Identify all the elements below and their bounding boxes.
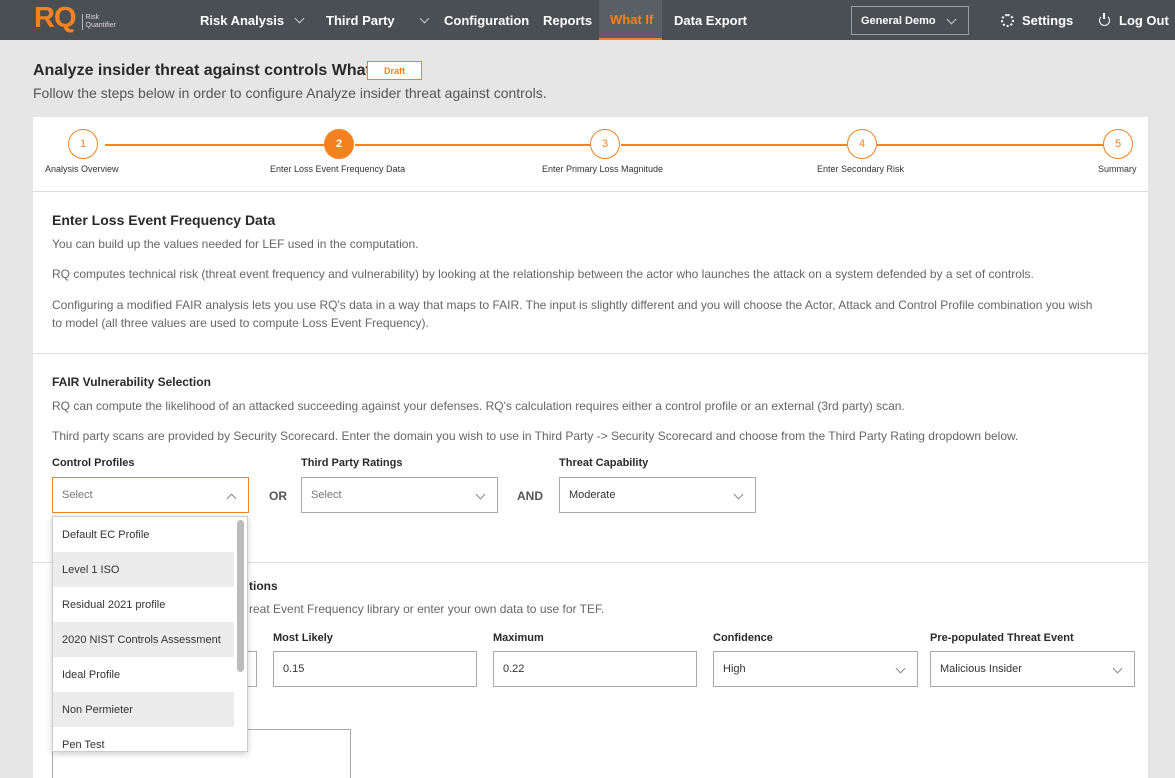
step-label: Analysis Overview [45,164,119,174]
dropdown-scrollbar[interactable] [237,520,244,672]
threat-event-select[interactable]: Malicious Insider [930,651,1135,687]
power-icon [1099,12,1110,26]
chevron-down-icon [895,663,906,674]
lef-description: RQ computes technical risk (threat event… [52,267,1034,281]
third-party-ratings-select[interactable]: Select [301,477,498,513]
step-connector [877,144,1104,146]
section-heading: Enter Loss Event Frequency Data [52,212,276,228]
step-label: Summary [1098,164,1137,174]
step-connector [621,144,847,146]
step-3[interactable]: 3 [590,129,620,159]
threat-event-label: Pre-populated Threat Event [930,632,1074,644]
dropdown-option[interactable]: Level 1 ISO [53,552,234,587]
chevron-up-icon [226,493,237,504]
nav-reports[interactable]: Reports [533,0,599,40]
control-profiles-label: Control Profiles [52,457,135,469]
settings-link[interactable]: Settings [1001,0,1073,40]
lef-fair-note: Configuring a modified FAIR analysis let… [52,298,1093,330]
logout-link[interactable]: Log Out [1099,0,1169,40]
third-party-ratings-label: Third Party Ratings [301,457,403,469]
and-label: AND [517,489,543,503]
step-label: Enter Secondary Risk [817,164,905,174]
dropdown-option[interactable]: Pen Test [53,727,234,751]
maximum-label: Maximum [493,632,544,644]
chevron-down-icon [294,13,305,23]
control-profiles-dropdown: Default EC Profile Level 1 ISO Residual … [52,516,248,752]
step-5[interactable]: 5 [1103,129,1133,159]
or-label: OR [269,489,287,503]
tef-description: reat Event Frequency library or enter yo… [249,602,605,616]
workspace-select[interactable]: General Demo [851,6,969,35]
page-title: Analyze insider threat against controls … [33,62,386,79]
threat-capability-select[interactable]: Moderate [559,477,756,513]
dropdown-option[interactable]: Ideal Profile [53,657,234,692]
step-connector [355,144,591,146]
gear-icon [1001,13,1014,27]
nav-third-party[interactable]: Third Party [314,0,430,40]
lef-intro: You can build up the values needed for L… [52,237,419,251]
step-4[interactable]: 4 [847,129,877,159]
dropdown-option[interactable]: Residual 2021 profile [53,587,234,622]
step-1[interactable]: 1 [68,129,98,159]
vuln-description: RQ can compute the likelihood of an atta… [52,399,905,413]
stepper: 1 2 3 4 5 Analysis Overview Enter Loss E… [33,117,1148,192]
page-subtitle: Follow the steps below in order to confi… [33,85,547,101]
status-badge: Draft [367,61,422,80]
chevron-down-icon [419,13,430,23]
control-profiles-select[interactable]: Select [52,477,249,513]
logo[interactable]: RQ Risk Quantifier [34,2,116,34]
confidence-select[interactable]: High [713,651,918,687]
chevron-down-icon [946,14,957,25]
chevron-down-icon [475,489,486,500]
dropdown-option[interactable]: Default EC Profile [53,517,234,552]
chevron-down-icon [733,489,744,500]
step-label: Enter Primary Loss Magnitude [542,164,664,174]
tef-heading: tions [249,579,278,593]
step-label: Enter Loss Event Frequency Data [270,164,406,174]
confidence-label: Confidence [713,632,773,644]
nav-data-export[interactable]: Data Export [662,0,754,40]
logo-text: Risk Quantifier [81,14,116,30]
section-heading: FAIR Vulnerability Selection [52,375,211,389]
step-connector [105,144,325,146]
logo-mark: RQ [34,2,76,34]
dropdown-option[interactable]: Non Permieter [53,692,234,727]
chevron-down-icon [1112,663,1123,674]
most-likely-label: Most Likely [273,632,333,644]
nav-what-if[interactable]: What If [599,0,662,40]
dropdown-option[interactable]: 2020 NIST Controls Assessment [53,622,234,657]
lef-section: Enter Loss Event Frequency Data You can … [33,193,1148,354]
maximum-input[interactable]: 0.22 [493,651,697,687]
vuln-third-party-note: Third party scans are provided by Securi… [52,429,1019,443]
step-2[interactable]: 2 [324,129,354,159]
top-nav: RQ Risk Quantifier Risk Analysis Third Pa… [0,0,1175,40]
nav-configuration[interactable]: Configuration [430,0,533,40]
most-likely-input[interactable]: 0.15 [273,651,477,687]
threat-capability-label: Threat Capability [559,457,649,469]
nav-risk-analysis[interactable]: Risk Analysis [186,0,314,40]
